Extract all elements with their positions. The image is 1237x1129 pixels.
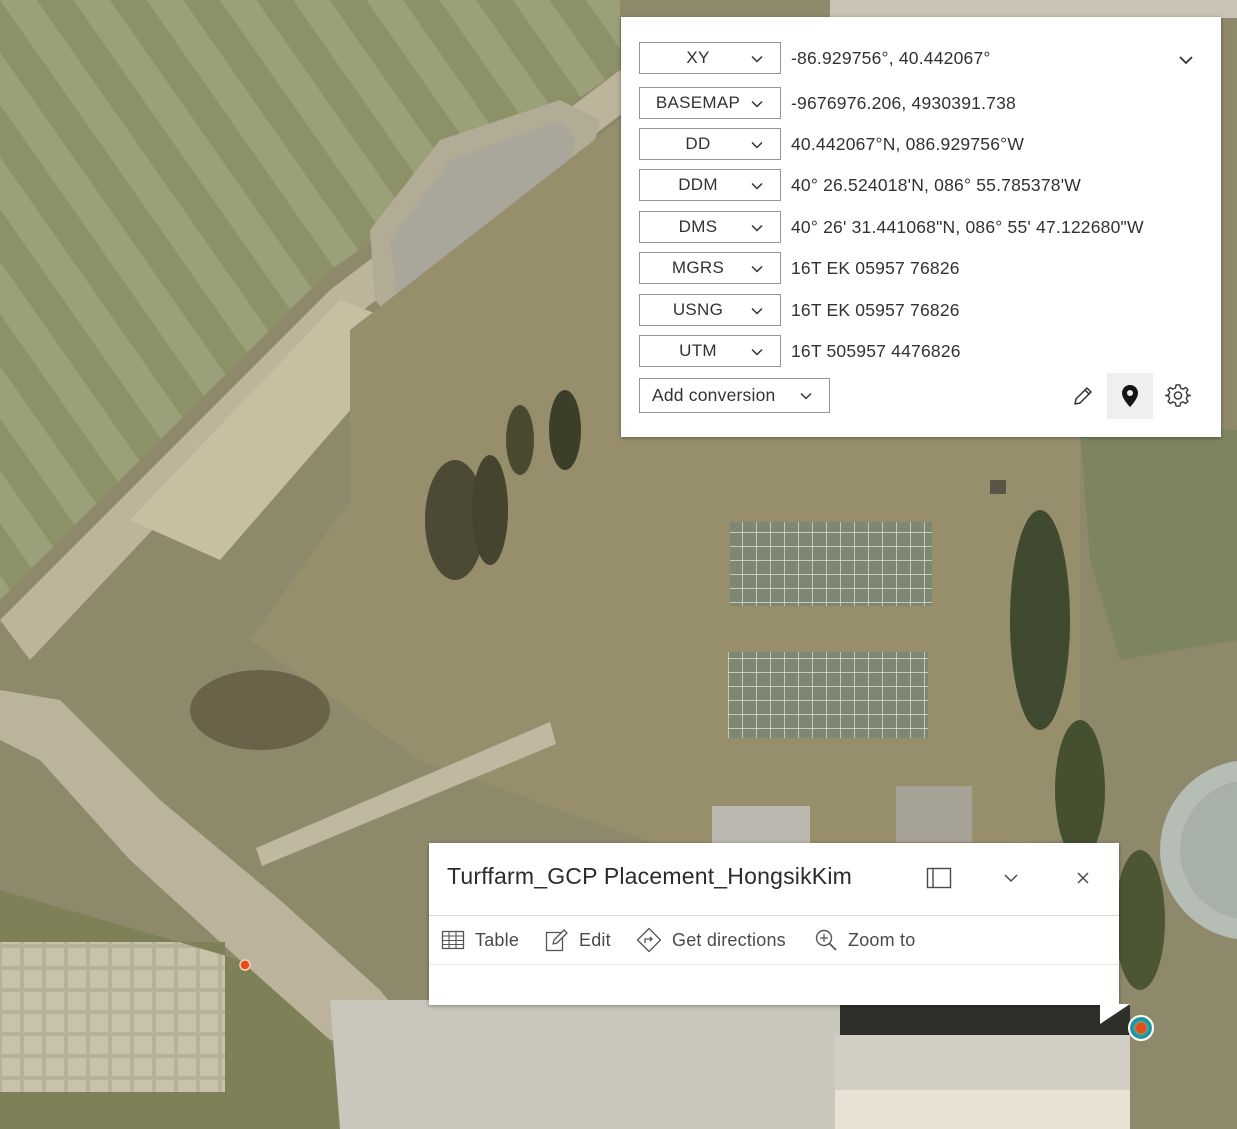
coordinate-row-usng: USNG 16T EK 05957 76826 xyxy=(639,293,960,327)
format-select-basemap[interactable]: BASEMAP xyxy=(639,87,781,119)
coordinate-value: 16T 505957 4476826 xyxy=(791,340,961,361)
format-select-dms[interactable]: DMS xyxy=(639,211,781,243)
chevron-down-icon xyxy=(751,100,763,108)
gcp-point-marker[interactable] xyxy=(238,958,252,972)
map-pin-icon xyxy=(1122,385,1138,407)
feature-popup: Turffarm_GCP Placement_HongsikKim Table … xyxy=(429,843,1119,1005)
chevron-down-icon xyxy=(751,224,763,232)
chevron-down-icon xyxy=(751,265,763,273)
chevron-down-icon xyxy=(751,348,763,356)
format-select-dd[interactable]: DD xyxy=(639,128,781,160)
popup-divider xyxy=(429,964,1119,965)
close-icon xyxy=(1077,872,1089,884)
chevron-down-icon xyxy=(800,392,812,400)
format-select-mgrs[interactable]: MGRS xyxy=(639,252,781,284)
gear-icon xyxy=(1165,384,1191,407)
table-action-label: Table xyxy=(475,929,520,950)
coordinate-row-basemap: BASEMAP -9676976.206, 4930391.738 xyxy=(639,86,1016,120)
coordinate-conversion-panel: XY -86.929756°, 40.442067° BASEMAP -9676… xyxy=(621,17,1221,437)
format-select-xy[interactable]: XY xyxy=(639,42,781,74)
coordinate-value: 16T EK 05957 76826 xyxy=(791,299,960,320)
dock-button[interactable] xyxy=(925,863,953,893)
chevron-down-icon xyxy=(751,55,763,63)
zoom-to-action[interactable]: Zoom to xyxy=(814,927,915,953)
coordinate-row-mgrs: MGRS 16T EK 05957 76826 xyxy=(639,251,960,285)
coordinate-row-xy: XY -86.929756°, 40.442067° xyxy=(639,41,991,75)
popup-pointer xyxy=(1100,1004,1130,1024)
edit-icon xyxy=(545,929,568,952)
format-select-ddm[interactable]: DDM xyxy=(639,169,781,201)
get-directions-label: Get directions xyxy=(672,929,786,950)
zoom-to-icon xyxy=(815,929,837,951)
selected-gcp-marker[interactable] xyxy=(1127,1014,1155,1042)
pencil-icon xyxy=(1074,387,1092,405)
format-select-utm[interactable]: UTM xyxy=(639,335,781,367)
coordinate-value: 40.442067°N, 086.929756°W xyxy=(791,133,1025,154)
edit-input-button[interactable] xyxy=(1060,373,1106,419)
directions-icon xyxy=(636,927,662,953)
table-action[interactable]: Table xyxy=(441,927,519,953)
coordinate-row-utm: UTM 16T 505957 4476826 xyxy=(639,334,961,368)
dock-panel-icon xyxy=(926,867,952,889)
chevron-down-icon xyxy=(751,141,763,149)
chevron-down-icon xyxy=(1004,874,1018,883)
add-conversion-label: Add conversion xyxy=(652,385,776,405)
table-icon xyxy=(441,930,465,950)
close-button[interactable] xyxy=(1069,863,1097,893)
coordinate-value: 40° 26.524018'N, 086° 55.785378'W xyxy=(791,174,1081,195)
collapse-button[interactable] xyxy=(997,863,1025,893)
coordinate-value: 16T EK 05957 76826 xyxy=(791,257,960,278)
format-select-usng[interactable]: USNG xyxy=(639,294,781,326)
popup-divider xyxy=(429,915,1119,916)
coordinate-value: -86.929756°, 40.442067° xyxy=(791,47,991,68)
chevron-down-icon xyxy=(751,182,763,190)
coordinate-row-dms: DMS 40° 26' 31.441068"N, 086° 55' 47.122… xyxy=(639,210,1144,244)
edit-action[interactable]: Edit xyxy=(545,927,611,953)
popup-title: Turffarm_GCP Placement_HongsikKim xyxy=(447,863,852,889)
coordinate-value: 40° 26' 31.441068"N, 086° 55' 47.122680"… xyxy=(791,216,1144,237)
zoom-to-label: Zoom to xyxy=(848,929,916,950)
add-conversion-dropdown[interactable]: Add conversion xyxy=(639,378,830,413)
coordinate-row-dd: DD 40.442067°N, 086.929756°W xyxy=(639,127,1024,161)
capture-location-button[interactable] xyxy=(1107,373,1153,419)
get-directions-action[interactable]: Get directions xyxy=(636,927,786,953)
coordinate-value: -9676976.206, 4930391.738 xyxy=(791,92,1016,113)
chevron-down-icon xyxy=(751,307,763,315)
settings-button[interactable] xyxy=(1155,373,1201,419)
coordinate-row-ddm: DDM 40° 26.524018'N, 086° 55.785378'W xyxy=(639,168,1081,202)
chevron-down-icon[interactable] xyxy=(1177,51,1195,69)
edit-action-label: Edit xyxy=(579,929,611,950)
